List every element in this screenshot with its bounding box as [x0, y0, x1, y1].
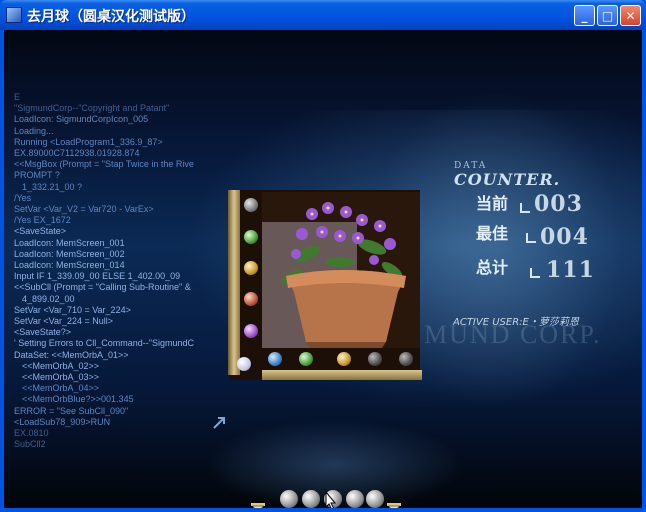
console-line: EX.0810 [14, 428, 49, 439]
tray-orb-4[interactable] [346, 490, 364, 508]
orb-slot-left-3[interactable] [244, 261, 258, 275]
console-text: E "SigmundCorp--"Copyright and Patant" Loa… [14, 92, 219, 452]
console-line: <LoadSub78_909>RUN [14, 416, 111, 427]
maximize-button[interactable]: □ [597, 5, 618, 26]
tray-orb-5[interactable] [366, 490, 384, 508]
orb-slot-bottom-5[interactable] [399, 352, 413, 366]
app-icon [6, 7, 22, 23]
console-line: DataSet: <<MemOrbA_01>> [14, 349, 129, 360]
console-line: ' Setting Errors to Cll_Command--"Sigmun… [14, 338, 194, 349]
minimize-button[interactable]: _ [574, 5, 595, 26]
console-line: LoadIcon: MemScreen_014 [14, 260, 125, 271]
console-line: SetVar <Var_V2 = Var720 - VarEx> [14, 204, 154, 215]
best-value: 004 [540, 224, 589, 250]
console-line: <SaveState> [14, 226, 67, 237]
flower-pot-image [262, 192, 420, 348]
console-line: "SigmundCorp--"Copyright and Patant" [14, 103, 170, 114]
console-line: 1_332.21_00 ? [22, 181, 83, 192]
orb-slot-left-4[interactable] [244, 292, 258, 306]
orb-slot-left-5[interactable] [244, 324, 258, 338]
console-line: <<MsgBox (Prompt = "Stap Twice in the Ri… [14, 159, 194, 170]
orb-slot-corner[interactable] [237, 357, 251, 371]
window-title: 去月球（圆桌汉化测试版） [27, 9, 195, 25]
console-line: E [14, 92, 21, 102]
corner-mark [530, 268, 540, 278]
orb-slot-bottom-1[interactable] [268, 352, 282, 366]
console-line: LoadIcon: MemScreen_002 [14, 248, 125, 259]
console-line: SetVar <Var_224 = Null> [14, 316, 113, 327]
counter-label: COUNTER. [454, 170, 561, 189]
console-line: Loading... [14, 125, 54, 136]
best-label: 最佳 [476, 224, 509, 243]
console-line: <<SubCll (Prompt = "Calling Sub-Routine"… [14, 282, 191, 293]
cursor-icon [325, 491, 337, 508]
console-line: <<MemOrbA_04>> [22, 383, 100, 394]
console-line: ERROR = "See SubCll_090" [14, 405, 129, 416]
console-line: PROMPT ? [14, 170, 60, 181]
tray-orb-2[interactable] [302, 490, 320, 508]
console-line: SubCll2 [14, 439, 46, 450]
console-line: LoadIcon: SigmundCorpIcon_005 [14, 114, 149, 125]
corner-mark [526, 233, 536, 243]
game-screen: E "SigmundCorp--"Copyright and Patant" Loa… [4, 30, 642, 508]
current-value: 003 [534, 191, 583, 217]
orb-slot-left-1[interactable] [244, 198, 258, 212]
hourglass-icon [387, 503, 401, 508]
console-line: <<MemOrbA_03>> [22, 372, 100, 383]
current-label: 当前 [476, 194, 509, 213]
console-line: Running <LoadProgram1_336.9_87> [14, 136, 163, 147]
console-line: /Yes EX_1672 [14, 215, 71, 226]
corner-mark [520, 203, 530, 213]
active-user: ACTIVE USER:E・萝莎莉恩 [453, 317, 579, 328]
tray-orb-1[interactable] [280, 490, 298, 508]
hourglass-icon [251, 503, 265, 508]
console-line: LoadIcon: MemScreen_001 [14, 237, 125, 248]
console-line: /Yes [14, 192, 32, 203]
console-line: <SaveState?> [14, 327, 72, 338]
console-line: SetVar <Var_710 = Var_224> [14, 304, 131, 315]
console-line: EX.89000C7112938.01928.874 [14, 148, 140, 159]
console-line: <<MemOrbA_02>> [22, 360, 100, 371]
game-window: 去月球（圆桌汉化测试版） _ □ ✕ E "SigmundCorp--"Copyr… [0, 0, 646, 512]
orb-slot-bottom-4[interactable] [368, 352, 382, 366]
console-line: 4_899.02_00 [22, 293, 75, 304]
orb-slot-bottom-2[interactable] [299, 352, 313, 366]
close-button[interactable]: ✕ [620, 5, 641, 26]
orb-slot-bottom-3[interactable] [337, 352, 351, 366]
puzzle-bottom-rail [262, 370, 422, 380]
puzzle-left-rail [228, 190, 240, 375]
console-line: <<MemOrbBlue?>>001.345 [22, 394, 134, 405]
title-bar[interactable]: 去月球（圆桌汉化测试版） _ □ ✕ [0, 0, 646, 30]
orb-slot-left-2[interactable] [244, 230, 258, 244]
total-value: 111 [546, 257, 595, 283]
console-line: Input IF 1_339.09_00 ELSE 1_402.00_09 [14, 271, 181, 282]
total-label: 总计 [476, 258, 509, 277]
